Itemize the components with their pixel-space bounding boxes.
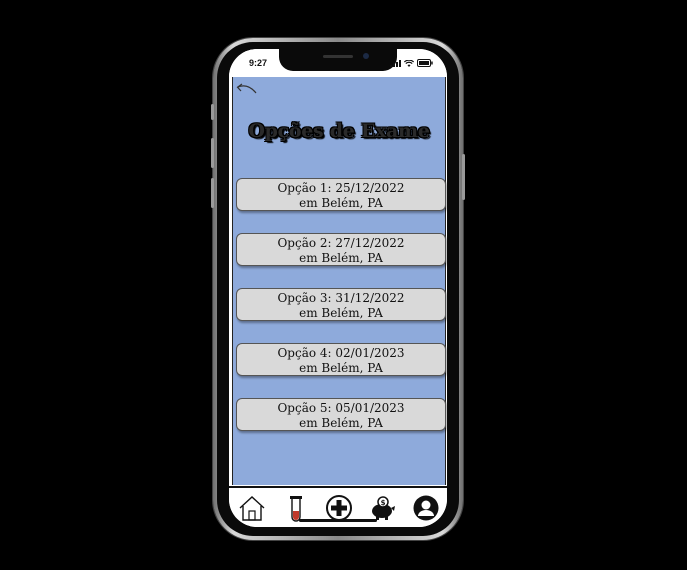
medical-plus-icon[interactable] [325,494,353,522]
notch [279,49,397,71]
test-tube-icon[interactable] [282,494,310,522]
option-button-1[interactable]: Opção 1: 25/12/2022 em Belém, PA [236,178,446,211]
option-date: Opção 5: 05/01/2023 [277,401,405,415]
option-date: Opção 4: 02/01/2023 [277,346,405,360]
battery-icon [417,59,433,67]
home-indicator [299,519,377,522]
back-arrow-icon[interactable] [234,82,258,98]
phone-frame: 9:27 Opções de Exame Opção 1: 25/12/2022… [211,38,465,540]
home-icon[interactable] [238,494,266,522]
option-button-4[interactable]: Opção 4: 02/01/2023 em Belém, PA [236,343,446,376]
status-icons [390,59,433,67]
wifi-icon [404,59,414,67]
option-location: em Belém, PA [299,251,383,265]
profile-icon[interactable] [412,494,440,522]
screen: 9:27 Opções de Exame Opção 1: 25/12/2022… [229,49,447,527]
signal-icon [390,59,401,67]
option-location: em Belém, PA [299,416,383,430]
option-date: Opção 3: 31/12/2022 [277,291,405,305]
page-title: Opções de Exame [248,120,430,142]
piggy-bank-icon[interactable]: $ [369,494,397,522]
status-time: 9:27 [249,58,268,68]
speaker [323,55,353,58]
main-content: Opções de Exame Opção 1: 25/12/2022 em B… [232,77,446,485]
option-location: em Belém, PA [299,361,383,375]
svg-text:$: $ [381,499,386,507]
option-button-3[interactable]: Opção 3: 31/12/2022 em Belém, PA [236,288,446,321]
option-date: Opção 1: 25/12/2022 [277,181,405,195]
power-button [462,154,465,200]
option-button-2[interactable]: Opção 2: 27/12/2022 em Belém, PA [236,233,446,266]
status-bar: 9:27 [229,49,447,77]
option-location: em Belém, PA [299,196,383,210]
front-camera [363,53,369,59]
option-button-5[interactable]: Opção 5: 05/01/2023 em Belém, PA [236,398,446,431]
volume-up-button [211,138,214,168]
option-location: em Belém, PA [299,306,383,320]
mute-switch [211,104,214,120]
option-date: Opção 2: 27/12/2022 [277,236,405,250]
volume-down-button [211,178,214,208]
